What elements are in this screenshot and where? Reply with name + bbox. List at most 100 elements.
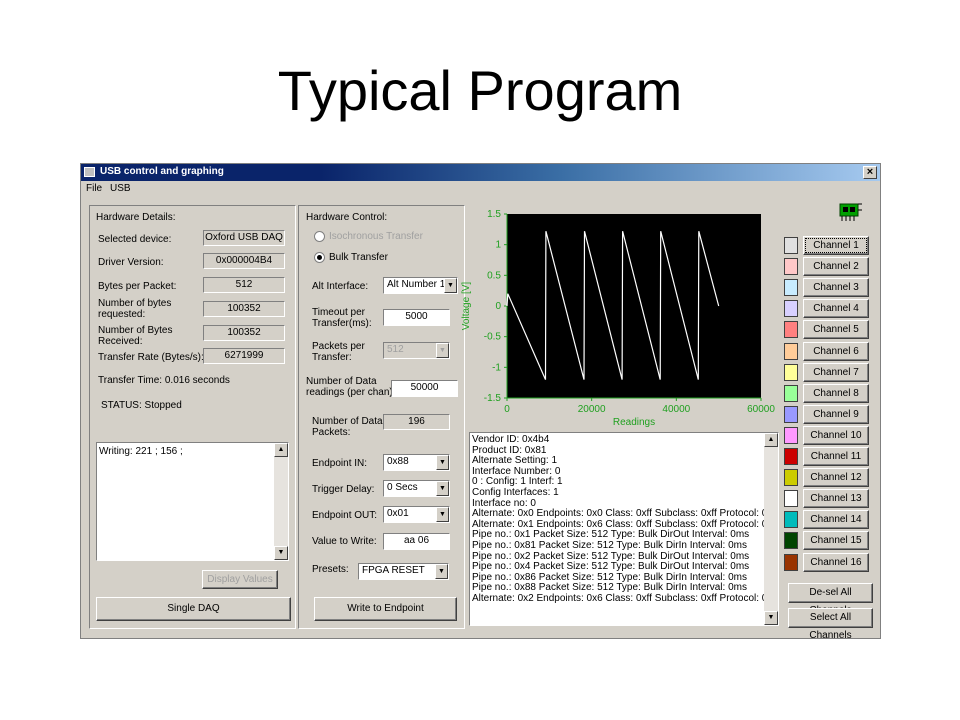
channel-button-3[interactable]: Channel 3 <box>803 278 869 297</box>
chevron-down-icon[interactable]: ▼ <box>435 564 448 579</box>
alt-interface-select[interactable]: Alt Number 1 ▼ <box>383 277 458 294</box>
data-packets-label: Number of Data <box>312 416 383 427</box>
chevron-down-icon[interactable]: ▼ <box>436 507 449 522</box>
channel-color-swatch <box>784 364 798 381</box>
packets-per-transfer-label-2: Transfer: <box>312 352 352 363</box>
select-all-channels-button[interactable]: Select All Channels <box>788 608 873 641</box>
channel-color-swatch <box>784 385 798 402</box>
chevron-down-icon[interactable]: ▼ <box>444 278 457 293</box>
presets-label: Presets: <box>312 564 349 575</box>
single-daq-button[interactable]: Single DAQ <box>96 597 291 621</box>
bytes-received-label-2: Received: <box>98 336 143 347</box>
bytes-received-label: Number of Bytes <box>98 325 173 336</box>
display-values-button[interactable]: Display Values <box>202 570 278 589</box>
alt-interface-label: Alt Interface: <box>312 281 369 292</box>
hardware-control-panel: Hardware Control: Isochronous Transfer B… <box>298 205 465 629</box>
endpoint-in-value: 0x88 <box>387 456 409 467</box>
voltage-chart: 1.510.50-0.5-1-1.50 20000 40000 60000Readin… <box>461 209 775 428</box>
menu-file[interactable]: File <box>86 183 102 194</box>
channel-color-swatch <box>784 469 798 486</box>
iso-transfer-label: Isochronous Transfer <box>329 231 423 242</box>
write-to-endpoint-button[interactable]: Write to Endpoint <box>314 597 457 621</box>
endpoint-out-select[interactable]: 0x01 ▼ <box>383 506 450 523</box>
channel-button-11[interactable]: Channel 11 <box>803 447 869 466</box>
timeout-input[interactable]: 5000 <box>383 309 450 326</box>
timeout-label: Timeout per <box>312 307 365 318</box>
channel-color-swatch <box>784 237 798 254</box>
channel-button-5[interactable]: Channel 5 <box>803 320 869 339</box>
log-line: Pipe no.: 0x81 Packet Size: 512 Type: Bu… <box>472 539 747 551</box>
channel-color-swatch <box>784 490 798 507</box>
presets-select[interactable]: FPGA RESET ▼ <box>358 563 449 580</box>
channel-button-4[interactable]: Channel 4 <box>803 299 869 318</box>
bytes-per-packet-value: 512 <box>203 277 285 293</box>
packets-per-transfer-value: 512 <box>387 344 404 355</box>
channel-button-7[interactable]: Channel 7 <box>803 363 869 382</box>
presets-value: FPGA RESET <box>362 565 425 576</box>
value-to-write-label: Value to Write: <box>312 536 377 547</box>
channel-color-swatch <box>784 258 798 275</box>
scroll-down-icon[interactable]: ▼ <box>764 611 778 625</box>
device-info-log[interactable]: Vendor ID: 0x4b4 Product ID: 0x81 Alternat… <box>469 432 779 626</box>
chevron-down-icon[interactable]: ▼ <box>436 455 449 470</box>
channel-button-6[interactable]: Channel 6 <box>803 342 869 361</box>
trigger-delay-select[interactable]: 0 Secs ▼ <box>383 480 450 497</box>
bulk-transfer-radio[interactable] <box>314 252 325 263</box>
trigger-delay-value: 0 Secs <box>387 482 418 493</box>
endpoint-out-label: Endpoint OUT: <box>312 510 378 521</box>
close-button[interactable]: × <box>863 166 877 179</box>
timeout-label-2: Transfer(ms): <box>312 318 372 329</box>
channel-color-swatch <box>784 321 798 338</box>
log-line: Alternate: 0x2 Endpoints: 0x6 Class: 0xf… <box>472 592 778 604</box>
bytes-per-packet-label: Bytes per Packet: <box>98 281 177 292</box>
value-to-write-input[interactable]: aa 06 <box>383 533 450 550</box>
packets-per-transfer-select[interactable]: 512 ▼ <box>383 342 450 359</box>
channel-button-12[interactable]: Channel 12 <box>803 468 869 487</box>
x-axis-label: Readings <box>613 417 655 428</box>
channel-color-swatch <box>784 279 798 296</box>
iso-transfer-radio[interactable] <box>314 231 325 242</box>
hardware-details-heading: Hardware Details: <box>96 212 176 223</box>
write-log-box[interactable]: Writing: 221 ; 156 ; ▲ ▼ <box>96 442 289 561</box>
y-tick-label: 0 <box>495 301 501 312</box>
channel-button-16[interactable]: Channel 16 <box>803 553 869 572</box>
alt-interface-value: Alt Number 1 <box>387 279 446 290</box>
data-packets-value: 196 <box>383 414 450 430</box>
channel-color-swatch <box>784 343 798 360</box>
selected-device-value: Oxford USB DAQ <box>203 230 285 246</box>
chevron-down-icon[interactable]: ▼ <box>436 481 449 496</box>
chevron-down-icon[interactable]: ▼ <box>436 343 449 358</box>
endpoint-out-value: 0x01 <box>387 508 409 519</box>
scroll-up-icon[interactable]: ▲ <box>274 443 288 457</box>
bytes-requested-label-2: requested: <box>98 309 146 320</box>
scroll-down-icon[interactable]: ▼ <box>274 546 288 560</box>
deselect-all-channels-button[interactable]: De-sel All Channels <box>788 583 873 616</box>
channel-button-10[interactable]: Channel 10 <box>803 426 869 445</box>
channel-color-swatch <box>784 448 798 465</box>
title-bar[interactable]: USB control and graphing × <box>81 164 880 181</box>
usb-chip-icon <box>839 203 862 221</box>
bytes-requested-label: Number of bytes <box>98 298 172 309</box>
channel-button-1[interactable]: Channel 1 <box>803 236 869 255</box>
channel-button-2[interactable]: Channel 2 <box>803 257 869 276</box>
y-tick-label: -1.5 <box>484 393 502 404</box>
channel-button-14[interactable]: Channel 14 <box>803 510 869 529</box>
app-window: USB control and graphing × File USB Hard… <box>80 163 881 641</box>
readings-label: Number of Data <box>306 376 377 387</box>
slide-title: Typical Program <box>277 59 683 122</box>
endpoint-in-select[interactable]: 0x88 ▼ <box>383 454 450 471</box>
bytes-requested-value: 100352 <box>203 301 285 317</box>
menu-usb[interactable]: USB <box>110 183 131 194</box>
channel-button-9[interactable]: Channel 9 <box>803 405 869 424</box>
endpoint-in-label: Endpoint IN: <box>312 458 368 469</box>
channel-button-8[interactable]: Channel 8 <box>803 384 869 403</box>
write-log-scrollbar[interactable]: ▲ ▼ <box>274 443 288 560</box>
readings-input[interactable]: 50000 <box>391 380 458 397</box>
channel-button-13[interactable]: Channel 13 <box>803 489 869 508</box>
channel-button-15[interactable]: Channel 15 <box>803 531 869 550</box>
scroll-up-icon[interactable]: ▲ <box>764 433 778 447</box>
write-log-text: Writing: 221 ; 156 ; <box>99 446 183 457</box>
menu-bar: File USB <box>81 181 880 197</box>
device-log-scrollbar[interactable]: ▲ ▼ <box>764 433 778 625</box>
x-tick-label: 0 <box>504 404 510 415</box>
